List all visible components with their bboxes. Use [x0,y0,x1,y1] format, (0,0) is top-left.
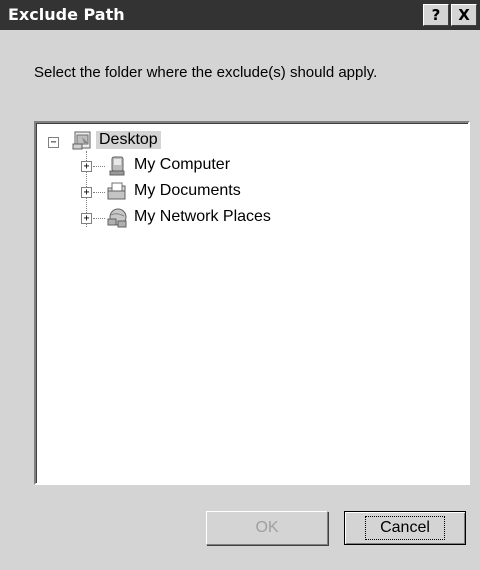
tree-item-my-network-places[interactable]: My Network Places [134,208,271,226]
cancel-button-label: Cancel [365,516,445,540]
instructions-text: Select the folder where the exclude(s) s… [34,64,378,81]
tree-branch-line [93,218,105,219]
ok-button[interactable]: OK [206,511,328,545]
computer-icon [109,156,125,176]
tree-item-my-documents[interactable]: My Documents [134,182,241,200]
documents-folder-icon [107,182,126,200]
expand-my-network-places-toggle[interactable]: + [81,213,92,224]
network-places-icon [107,208,127,228]
exclude-path-dialog: Exclude Path ? X Select the folder where… [0,0,480,570]
expand-my-computer-toggle[interactable]: + [81,161,92,172]
close-icon: X [458,6,470,24]
help-button[interactable]: ? [423,4,449,26]
help-icon: ? [431,6,441,24]
desktop-icon [72,131,91,150]
collapse-desktop-toggle[interactable]: − [48,137,59,148]
expand-my-documents-toggle[interactable]: + [81,187,92,198]
folder-tree[interactable]: − Desktop + My Computer + My Documents +… [34,121,470,485]
tree-item-my-computer[interactable]: My Computer [134,156,230,174]
close-button[interactable]: X [451,4,477,26]
tree-item-desktop[interactable]: Desktop [96,131,161,149]
tree-branch-line [93,192,105,193]
cancel-button[interactable]: Cancel [344,511,466,545]
title-bar[interactable]: Exclude Path ? X [0,0,480,30]
tree-branch-line [93,166,105,167]
dialog-title: Exclude Path [8,5,125,24]
